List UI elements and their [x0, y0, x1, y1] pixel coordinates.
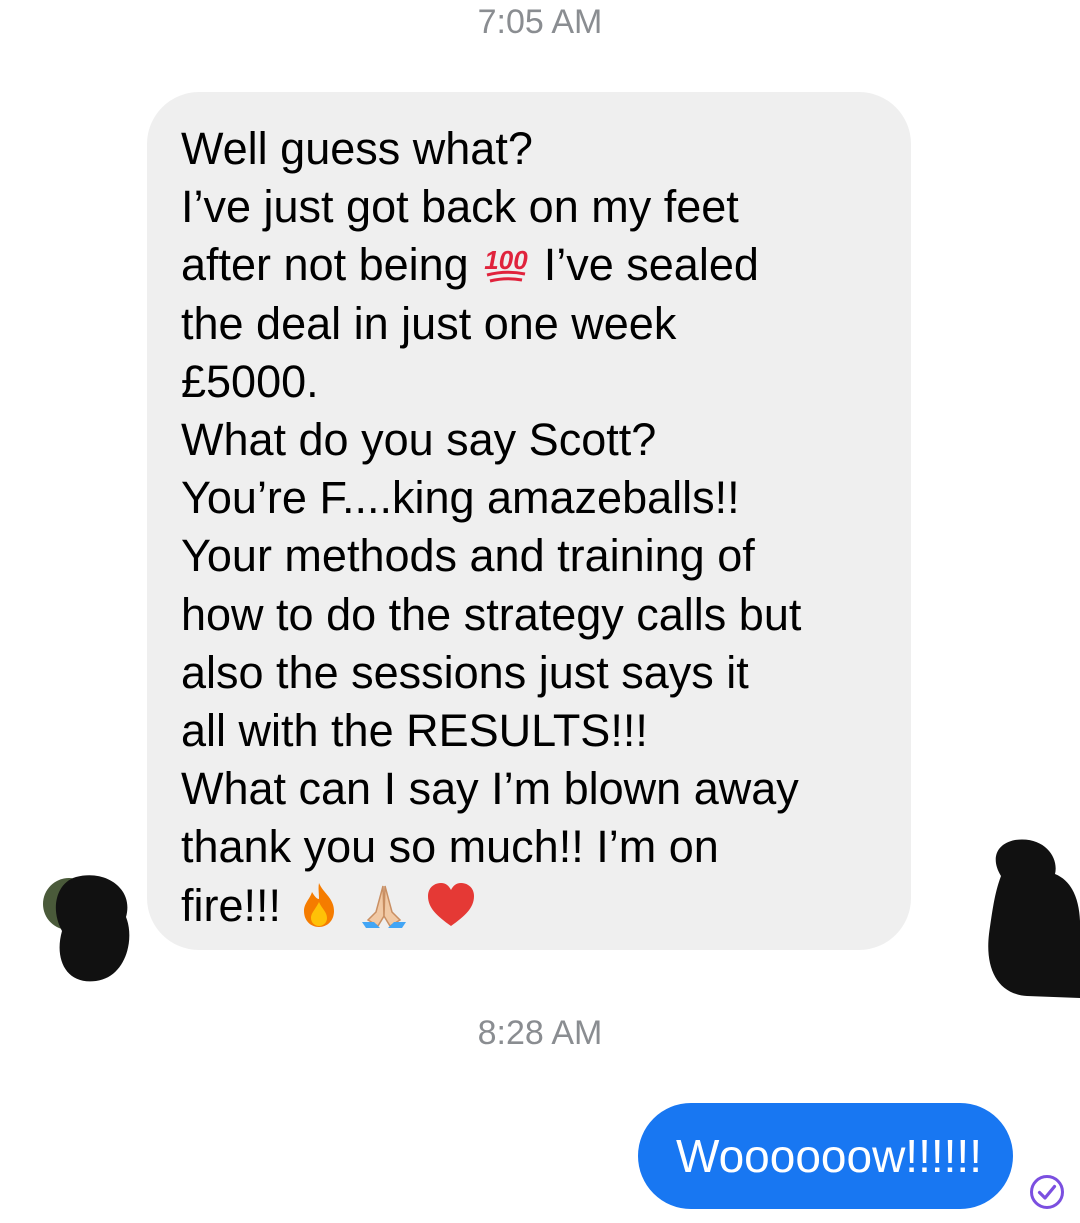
message-line: Well guess what? — [181, 123, 533, 174]
message-line: after not being 100 I’ve sealed — [181, 236, 891, 294]
fire-emoji — [303, 882, 334, 927]
message-line: What do you say Scott? — [181, 414, 657, 466]
outgoing-message-bubble[interactable]: Woooooow!!!!!! — [638, 1103, 1013, 1209]
message-line: how to do the strategy calls but — [181, 588, 802, 640]
timestamp: 7:05 AM — [477, 3, 603, 41]
redacted-avatar — [988, 839, 1080, 998]
message-line: also the sessions just says it — [181, 646, 749, 698]
svg-text:100: 100 — [485, 245, 529, 275]
hundred-points-emoji: 100 — [485, 245, 529, 282]
redacted-avatar — [43, 875, 130, 982]
red-heart-emoji — [427, 882, 474, 926]
message-line: Your methods and training of — [181, 530, 755, 582]
message-line: I’ve just got back on my feet — [181, 181, 739, 233]
folded-hands-emoji — [362, 885, 407, 928]
message-line: fire!!! — [181, 877, 891, 935]
message-segment: after not being — [181, 239, 469, 291]
seen-check-icon — [1030, 1175, 1064, 1209]
message-line: £5000. — [181, 355, 319, 407]
outgoing-message-text: Woooooow!!!!!! — [676, 1130, 982, 1182]
message-line: What can I say I’m blown away — [181, 763, 799, 815]
incoming-message-bubble[interactable]: Well guess what? I’ve just got back on m… — [147, 92, 911, 950]
message-segment: I’ve sealed — [543, 239, 759, 291]
message-segment: fire!!! — [181, 879, 282, 931]
timestamp: 8:28 AM — [477, 1014, 603, 1052]
message-line: the deal in just one week — [181, 297, 677, 349]
message-line: all with the RESULTS!!! — [181, 705, 648, 757]
message-line: thank you so much!! I’m on — [181, 821, 719, 873]
message-line: You’re F....king amazeballs!! — [181, 472, 740, 524]
